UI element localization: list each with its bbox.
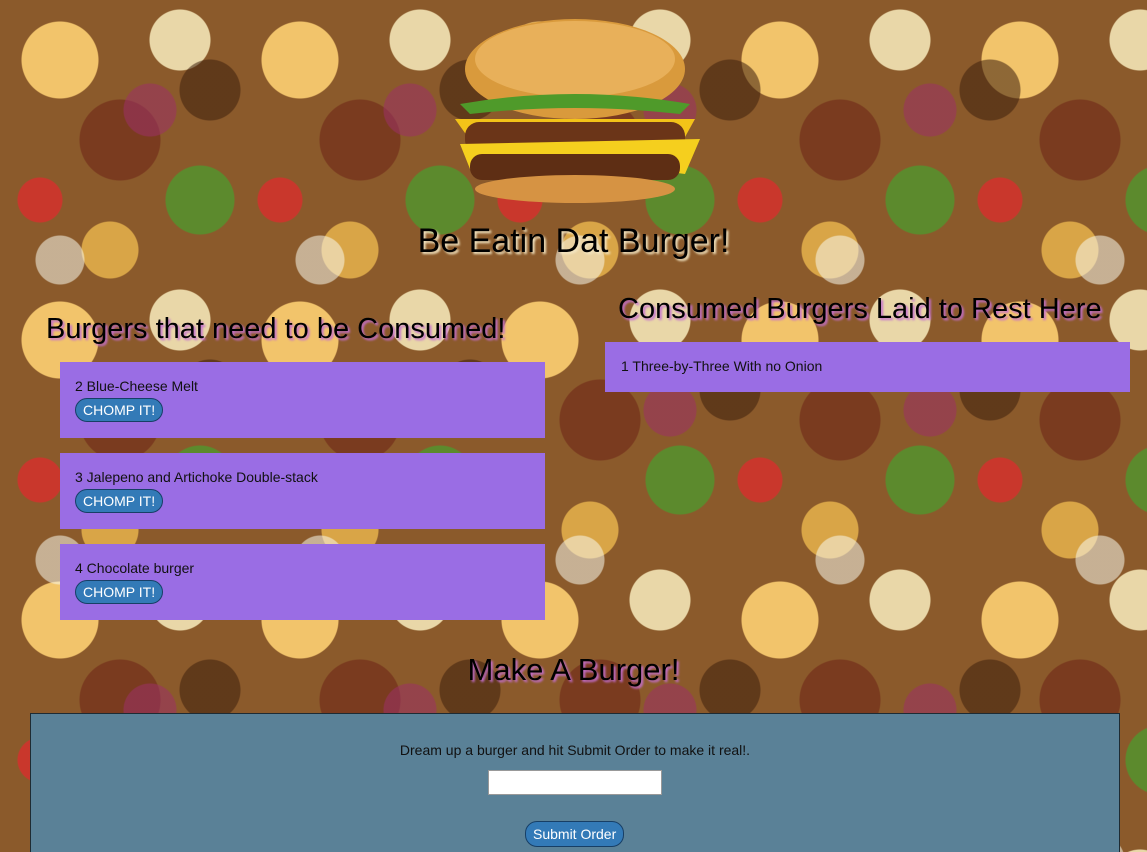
chomp-it-button[interactable]: CHOMP IT!: [75, 398, 164, 422]
form-instructions: Dream up a burger and hit Submit Order t…: [399, 742, 751, 758]
uneaten-burger-item: 3 Jalepeno and Artichoke Double-stack CH…: [60, 453, 545, 529]
burger-icon: [455, 19, 700, 203]
burger-name: 4 Chocolate burger: [75, 560, 195, 576]
burger-name: 3 Jalepeno and Artichoke Double-stack: [75, 469, 318, 485]
uneaten-burger-item: 4 Chocolate burger CHOMP IT!: [60, 544, 545, 620]
uneaten-heading: Burgers that need to be Consumed!: [46, 313, 506, 345]
chomp-it-button[interactable]: CHOMP IT!: [75, 489, 164, 513]
make-burger-form: Dream up a burger and hit Submit Order t…: [30, 713, 1120, 852]
make-burger-heading: Make A Burger!: [467, 652, 680, 687]
chomp-it-button[interactable]: CHOMP IT!: [75, 580, 164, 604]
eaten-burger-item: 1 Three-by-Three With no Onion: [605, 342, 1130, 392]
burger-name: 2 Blue-Cheese Melt: [75, 378, 198, 394]
burger-name-input[interactable]: [488, 770, 662, 795]
submit-order-button[interactable]: Submit Order: [525, 821, 625, 847]
burger-name: 1 Three-by-Three With no Onion: [621, 358, 823, 374]
uneaten-burger-item: 2 Blue-Cheese Melt CHOMP IT!: [60, 362, 545, 438]
page-title: Be Eatin Dat Burger!: [417, 222, 730, 260]
eaten-heading: Consumed Burgers Laid to Rest Here: [618, 293, 1102, 325]
